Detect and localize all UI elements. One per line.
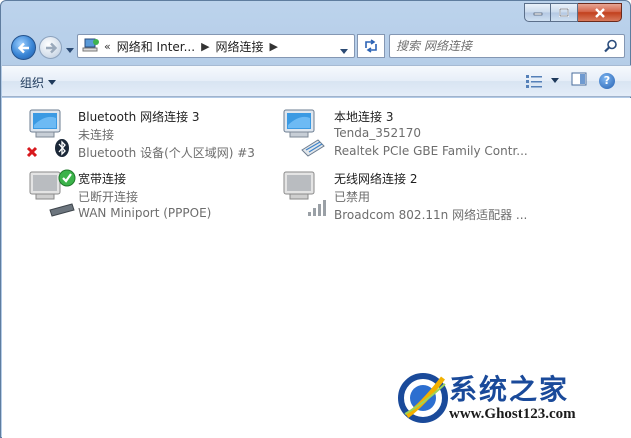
- chevron-down-icon: [340, 49, 348, 54]
- connection-name: 本地连接 3: [334, 110, 394, 124]
- chevron-down-icon: [551, 78, 559, 83]
- watermark-logo-icon: [395, 370, 451, 426]
- address-bar[interactable]: « 网络和 Inter... ▶ 网络连接 ▶: [77, 34, 355, 58]
- connection-device: WAN Miniport (PPPOE): [78, 206, 212, 220]
- breadcrumb-separator-icon[interactable]: ▶: [201, 40, 209, 53]
- breadcrumb-network-connections[interactable]: 网络连接: [214, 38, 266, 55]
- search-input[interactable]: [390, 35, 590, 57]
- wireless-network-icon: [280, 168, 332, 220]
- connection-status: 已禁用: [334, 190, 371, 204]
- navigation-bar: « 网络和 Inter... ▶ 网络连接 ▶: [7, 32, 626, 62]
- list-item[interactable]: Bluetooth 网络连接 3 未连接 Bluetooth 设备(个人区域网)…: [24, 106, 274, 162]
- address-overflow[interactable]: «: [104, 40, 111, 53]
- chevron-down-icon: [66, 48, 74, 53]
- connection-name: 无线网络连接 2: [334, 172, 418, 186]
- connection-name: Bluetooth 网络连接 3: [78, 110, 200, 124]
- arrow-left-icon: [17, 42, 29, 53]
- watermark-title: 系统之家: [449, 373, 570, 406]
- minimize-button[interactable]: [524, 3, 551, 22]
- watermark: 系统之家 www.Ghost123.com: [393, 366, 629, 432]
- preview-pane-icon: [571, 72, 587, 86]
- connection-name: 宽带连接: [78, 172, 127, 186]
- watermark-url: www.Ghost123.com: [449, 406, 576, 422]
- connection-device: Realtek PCIe GBE Family Contr...: [334, 144, 528, 158]
- minimize-icon: [533, 12, 542, 15]
- command-bar: 组织 ?: [2, 65, 631, 97]
- maximize-button[interactable]: [551, 3, 578, 22]
- maximize-icon: [559, 8, 569, 17]
- title-bar[interactable]: [1, 1, 630, 29]
- close-icon: [594, 7, 605, 18]
- connection-status: 未连接: [78, 128, 115, 142]
- connection-status: Tenda_352170: [334, 126, 422, 140]
- broadband-network-icon: [24, 168, 76, 220]
- command-bar-right: ?: [525, 72, 615, 89]
- back-button[interactable]: [11, 35, 36, 60]
- refresh-icon: [365, 39, 377, 53]
- help-button[interactable]: ?: [599, 72, 615, 89]
- organize-button[interactable]: 组织: [20, 74, 57, 91]
- breadcrumb-separator-icon[interactable]: ▶: [270, 40, 278, 53]
- refresh-button[interactable]: [357, 34, 385, 58]
- breadcrumb-network-internet[interactable]: 网络和 Inter...: [115, 38, 197, 55]
- connection-device: Broadcom 802.11n 网络适配器 ...: [334, 208, 528, 222]
- chevron-down-icon: [48, 80, 57, 85]
- list-item[interactable]: 本地连接 3 Tenda_352170 Realtek PCIe GBE Fam…: [280, 106, 530, 162]
- list-item[interactable]: 宽带连接 已断开连接 WAN Miniport (PPPOE): [24, 168, 274, 224]
- view-details-icon: [526, 74, 542, 88]
- list-item[interactable]: 无线网络连接 2 已禁用 Broadcom 802.11n 网络适配器 ...: [280, 168, 530, 224]
- bluetooth-network-icon: [24, 106, 76, 158]
- window-frame: « 网络和 Inter... ▶ 网络连接 ▶ 组织: [0, 0, 631, 438]
- address-dropdown-button[interactable]: [340, 43, 348, 57]
- change-view-button[interactable]: [525, 74, 559, 88]
- forward-button[interactable]: [39, 36, 62, 59]
- caption-buttons: [524, 3, 622, 22]
- close-button[interactable]: [578, 3, 622, 22]
- ethernet-network-icon: [280, 106, 332, 158]
- search-icon[interactable]: [604, 39, 618, 56]
- arrow-right-icon: [45, 42, 57, 53]
- connection-device: Bluetooth 设备(个人区域网) #3: [78, 146, 255, 160]
- connection-status: 已断开连接: [78, 190, 139, 204]
- preview-pane-button[interactable]: [571, 72, 587, 89]
- organize-label: 组织: [20, 76, 45, 90]
- recent-pages-button[interactable]: [66, 42, 74, 56]
- search-box: [389, 34, 625, 58]
- network-folder-icon: [82, 38, 100, 54]
